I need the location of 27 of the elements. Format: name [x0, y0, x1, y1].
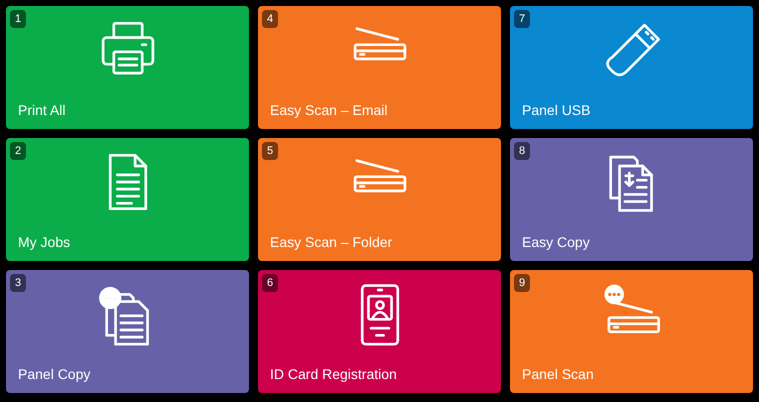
tile-label: Panel USB — [522, 101, 590, 119]
tile[interactable]: 3 Panel Copy — [6, 270, 249, 393]
tile-label: Easy Scan – Folder — [270, 233, 392, 251]
tile[interactable]: 5 Easy Scan – Folder — [258, 138, 501, 261]
tile-number: 4 — [262, 10, 278, 28]
tile-label: Panel Copy — [18, 365, 90, 383]
tile[interactable]: 1 Print All — [6, 6, 249, 129]
tile-number: 6 — [262, 274, 278, 292]
tile-number: 3 — [10, 274, 26, 292]
tile-label: Panel Scan — [522, 365, 594, 383]
tile-number: 9 — [514, 274, 530, 292]
tile-label: My Jobs — [18, 233, 70, 251]
tile-label: Print All — [18, 101, 66, 119]
tile-number: 5 — [262, 142, 278, 160]
tile-number: 1 — [10, 10, 26, 28]
tile[interactable]: 9 Panel Scan — [510, 270, 753, 393]
tile-number: 7 — [514, 10, 530, 28]
tile-label: Easy Scan – Email — [270, 101, 388, 119]
tile[interactable]: 4 Easy Scan – Email — [258, 6, 501, 129]
tile-number: 2 — [10, 142, 26, 160]
tile[interactable]: 6 ID Card Registration — [258, 270, 501, 393]
tile[interactable]: 7 Panel USB — [510, 6, 753, 129]
tile-number: 8 — [514, 142, 530, 160]
tile-label: ID Card Registration — [270, 365, 397, 383]
tile-label: Easy Copy — [522, 233, 590, 251]
tile[interactable]: 8 Easy Copy — [510, 138, 753, 261]
tile[interactable]: 2 My Jobs — [6, 138, 249, 261]
